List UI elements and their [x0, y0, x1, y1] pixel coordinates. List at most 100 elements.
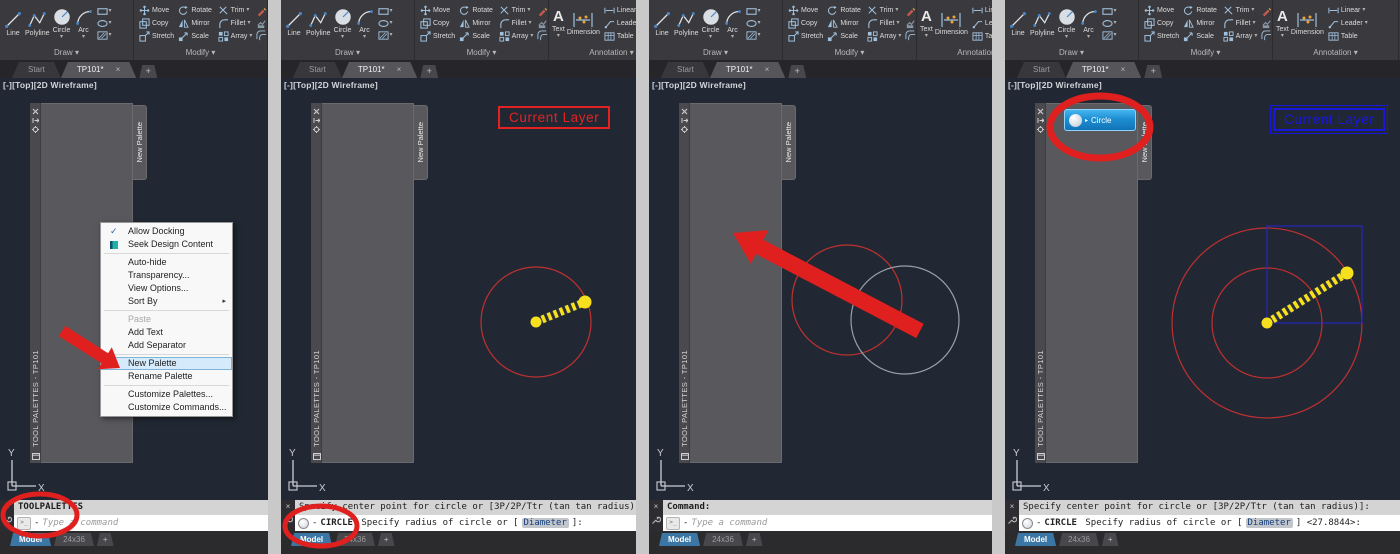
close-icon[interactable]: ×	[397, 62, 402, 78]
customize-wrench-icon[interactable]	[651, 515, 661, 525]
polyline-button[interactable]: Polyline	[674, 10, 699, 38]
close-icon[interactable]: ×	[286, 503, 291, 511]
palette-tab-new-palette[interactable]: New Palette	[414, 105, 428, 180]
tool-palette[interactable]: TOOL PALETTES - TP101 New Palette	[311, 103, 428, 463]
viewport-controls-label[interactable]: [-][Top][2D Wireframe]	[3, 80, 97, 90]
close-icon[interactable]: ×	[5, 503, 10, 511]
polyline-button[interactable]: Polyline	[1030, 10, 1055, 38]
tab-start[interactable]: Start	[293, 62, 342, 78]
modify-panel-label[interactable]: Modify ▾	[134, 47, 267, 60]
close-icon[interactable]	[32, 108, 39, 115]
new-drawing-button[interactable]: +	[420, 65, 438, 78]
tool-palette[interactable]: TOOL PALETTES - TP101 ▸ Circle New Palet…	[1035, 103, 1152, 463]
array-button[interactable]: Array▾	[218, 31, 254, 42]
scale-button[interactable]: Scale	[459, 31, 495, 42]
tool-palette[interactable]: TOOL PALETTES - TP101 New Palette	[679, 103, 796, 463]
chevron-down-icon[interactable]: ▾	[1087, 35, 1090, 40]
layout-tab-24x36[interactable]: 24x36	[54, 533, 94, 546]
mirror-button[interactable]: Mirror	[459, 18, 495, 29]
layout-tab-24x36[interactable]: 24x36	[335, 533, 375, 546]
chevron-down-icon[interactable]: ▾	[1114, 9, 1117, 14]
customize-wrench-icon[interactable]	[2, 515, 12, 525]
new-layout-button[interactable]: +	[97, 533, 114, 546]
rotate-button[interactable]: Rotate	[827, 5, 863, 16]
circle-button[interactable]: Circle ▾	[333, 7, 353, 40]
new-layout-button[interactable]: +	[746, 533, 763, 546]
offset-button[interactable]	[537, 31, 548, 40]
viewport-controls-label[interactable]: [-][Top][2D Wireframe]	[284, 80, 378, 90]
scale-button[interactable]: Scale	[827, 31, 863, 42]
autohide-icon[interactable]	[32, 117, 39, 124]
arc-button[interactable]: Arc ▾	[1079, 7, 1099, 40]
chevron-down-icon[interactable]: ▾	[1252, 21, 1255, 26]
chevron-down-icon[interactable]: ▾	[363, 35, 366, 40]
table-button[interactable]: Table	[972, 31, 992, 42]
arc-button[interactable]: Arc ▾	[355, 7, 375, 40]
annotation-panel-label[interactable]: Annotation ▾	[917, 47, 992, 60]
customize-wrench-icon[interactable]	[283, 515, 293, 525]
properties-gear-icon[interactable]	[313, 126, 320, 133]
chevron-down-icon[interactable]: ▾	[109, 33, 112, 38]
palette-properties-icon[interactable]	[681, 453, 689, 460]
erase-button[interactable]	[905, 7, 916, 16]
mirror-button[interactable]: Mirror	[1183, 18, 1219, 29]
circle-button[interactable]: Circle ▾	[701, 7, 721, 40]
fillet-button[interactable]: Fillet▾	[499, 18, 535, 29]
autohide-icon[interactable]	[313, 117, 320, 124]
tab-start[interactable]: Start	[12, 62, 61, 78]
tab-drawing[interactable]: TP101*×	[710, 62, 785, 78]
properties-gear-icon[interactable]	[681, 126, 688, 133]
chevron-down-icon[interactable]: ▾	[731, 35, 734, 40]
palette-body[interactable]	[690, 103, 782, 463]
polyline-button[interactable]: Polyline	[306, 10, 331, 38]
draw-panel-label[interactable]: Draw ▾	[0, 47, 133, 60]
new-drawing-button[interactable]: +	[139, 65, 157, 78]
menu-item-transparency[interactable]: Transparency...	[101, 269, 232, 282]
menu-item-add-text[interactable]: Add Text	[101, 326, 232, 339]
viewport[interactable]: [-][Top][2D Wireframe] TOOL PALETTES - T…	[0, 78, 268, 500]
viewport[interactable]: [-][Top][2D Wireframe] TOOL PALETTES - T…	[1005, 78, 1400, 500]
fillet-button[interactable]: Fillet▾	[1223, 18, 1259, 29]
menu-item-add-separator[interactable]: Add Separator	[101, 339, 232, 352]
draw-panel-label[interactable]: Draw ▾	[1005, 47, 1138, 60]
keyword-diameter[interactable]: Diameter	[1246, 518, 1293, 528]
chevron-down-icon[interactable]: ▾	[557, 34, 560, 39]
trim-button[interactable]: Trim▾	[499, 5, 535, 16]
rectangle-button[interactable]: ▾	[378, 7, 393, 16]
viewport-controls-label[interactable]: [-][Top][2D Wireframe]	[652, 80, 746, 90]
chevron-down-icon[interactable]: ▾	[341, 35, 344, 40]
line-button[interactable]: Line	[1008, 10, 1028, 38]
scale-button[interactable]: Scale	[178, 31, 214, 42]
tab-drawing[interactable]: TP101*×	[1066, 62, 1141, 78]
menu-item-sort-by[interactable]: Sort By▸	[101, 295, 232, 308]
dimension-button[interactable]: Dimension	[567, 11, 600, 37]
text-button[interactable]: A Text ▾	[1276, 8, 1289, 39]
menu-item-rename-palette[interactable]: Rename Palette	[101, 370, 232, 383]
chevron-down-icon[interactable]: ▾	[925, 34, 928, 39]
copy-button[interactable]: Copy	[139, 18, 175, 29]
explode-button[interactable]	[905, 19, 916, 28]
center-grip-point[interactable]	[1262, 318, 1273, 329]
chevron-down-icon[interactable]: ▾	[758, 33, 761, 38]
hatch-button[interactable]: ▾	[1102, 31, 1117, 40]
menu-item-seek-design-content[interactable]: Seek Design Content	[101, 238, 232, 251]
chevron-down-icon[interactable]: ▾	[1362, 8, 1365, 13]
red-circle[interactable]	[792, 245, 902, 355]
menu-item-allow-docking[interactable]: ✓Allow Docking	[101, 225, 232, 238]
modify-panel-label[interactable]: Modify ▾	[1139, 47, 1272, 60]
chevron-down-icon[interactable]: ▾	[898, 34, 901, 39]
chevron-down-icon[interactable]: ▾	[60, 35, 63, 40]
close-icon[interactable]: ×	[1010, 503, 1015, 511]
chevron-down-icon[interactable]: ▾	[1254, 34, 1257, 39]
viewport[interactable]: [-][Top][2D Wireframe] TOOL PALETTES - T…	[649, 78, 992, 500]
move-button[interactable]: Move	[788, 5, 824, 16]
text-button[interactable]: A Text ▾	[920, 8, 933, 39]
chevron-down-icon[interactable]: ▾	[758, 21, 761, 26]
chevron-down-icon[interactable]: ▾	[109, 21, 112, 26]
array-button[interactable]: Array▾	[1223, 31, 1259, 42]
menu-item-new-palette[interactable]: New Palette	[101, 357, 232, 370]
linear-button[interactable]: Linear▾	[604, 5, 636, 16]
palette-properties-icon[interactable]	[313, 453, 321, 460]
stretch-button[interactable]: Stretch	[1144, 31, 1180, 42]
chevron-down-icon[interactable]: ▾	[709, 35, 712, 40]
